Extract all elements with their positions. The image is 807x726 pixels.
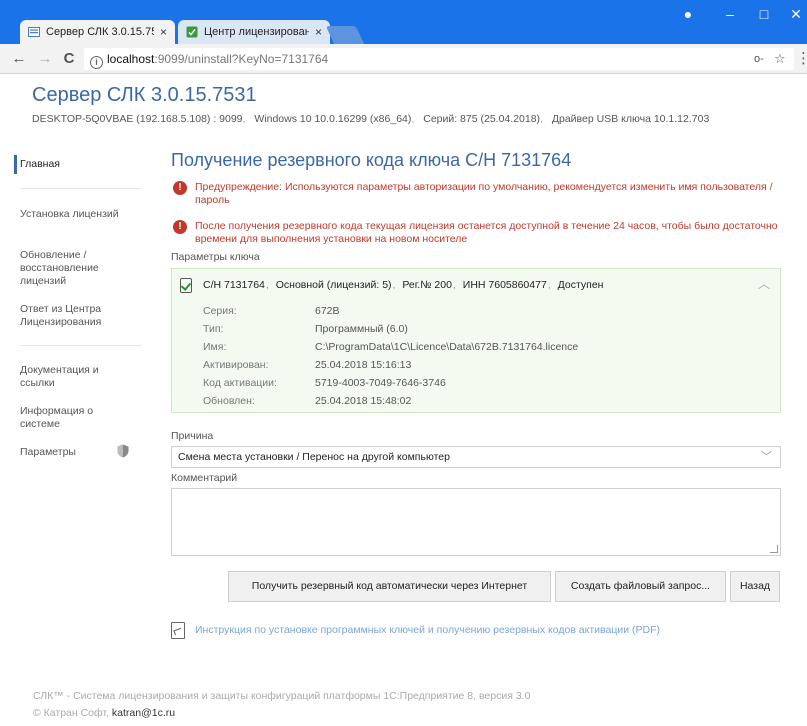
chevron-down-icon: ﹀ bbox=[761, 451, 772, 463]
key-status: Доступен bbox=[557, 279, 604, 291]
sidebar-divider bbox=[20, 345, 142, 346]
pdf-icon bbox=[171, 622, 185, 639]
footer-copyright: © Катран Софт, katran@1c.ru bbox=[33, 707, 175, 719]
key-reg: Рег.№ 200 bbox=[402, 279, 452, 291]
account-icon[interactable]: ● bbox=[678, 6, 698, 22]
sidebar-item-label: Параметры bbox=[20, 446, 76, 458]
browser-menu-icon[interactable]: ⋮ bbox=[796, 50, 807, 68]
close-window-button[interactable]: ✕ bbox=[786, 6, 806, 23]
shield-icon bbox=[117, 444, 129, 458]
key-summary[interactable]: С/Н 7131764, Основной (лицензий: 5), Рег… bbox=[203, 279, 603, 291]
back-arrow-icon[interactable]: ← bbox=[10, 50, 28, 68]
sidebar-item-update-licenses[interactable]: Обновление / восстановление лицензий bbox=[20, 249, 130, 288]
pdf-link-text: Инструкция по установке программных ключ… bbox=[195, 624, 660, 636]
detail-value: C:\ProgramData\1C\Licence\Data\672B.7131… bbox=[315, 341, 579, 353]
create-file-request-button[interactable]: Создать файловый запрос... bbox=[555, 571, 726, 602]
back-button[interactable]: Назад bbox=[730, 571, 780, 602]
detail-label: Серия: bbox=[203, 305, 237, 317]
key-params-label: Параметры ключа bbox=[171, 251, 260, 263]
reload-icon[interactable]: C bbox=[60, 50, 78, 68]
new-tab-button[interactable] bbox=[325, 26, 365, 44]
detail-value: 25.04.2018 15:48:02 bbox=[315, 395, 412, 407]
alert-icon: ! bbox=[173, 220, 187, 234]
resize-grip-icon[interactable] bbox=[770, 545, 778, 553]
server-host: DESKTOP-5Q0VBAE (192.168.5.108) : 9099 bbox=[32, 113, 243, 125]
tab-label: Сервер СЛК 3.0.15.7531 bbox=[46, 26, 154, 38]
sidebar-divider bbox=[20, 188, 142, 189]
sidebar-item-license-center-reply[interactable]: Ответ из Центра Лицензирования bbox=[20, 303, 130, 329]
maximize-button[interactable]: □ bbox=[754, 6, 774, 22]
url-host: localhost bbox=[107, 52, 155, 66]
reason-label: Причина bbox=[171, 430, 214, 442]
license-availability-alert: ! После получения резервного кода текуща… bbox=[171, 220, 783, 246]
detail-label: Активирован: bbox=[203, 359, 269, 371]
url-path: :9099/uninstall?KeyNo=7131764 bbox=[154, 52, 329, 66]
key-type: Основной (лицензий: 5) bbox=[275, 279, 392, 291]
browser-title-bar: Сервер СЛК 3.0.15.7531 × Центр лицензиро… bbox=[0, 0, 807, 44]
key-icon[interactable]: o- bbox=[754, 48, 764, 70]
forward-arrow-icon[interactable]: → bbox=[36, 50, 54, 68]
document-check-icon bbox=[180, 278, 192, 293]
auth-warning-alert: ! Предупреждение: Используются параметры… bbox=[171, 181, 783, 207]
alert-text: После получения резервного кода текущая … bbox=[195, 220, 778, 245]
main-heading: Получение резервного кода ключа С/Н 7131… bbox=[171, 150, 572, 170]
tab-label: Центр лицензирования bbox=[204, 26, 309, 38]
tab-license-center[interactable]: Центр лицензирования × bbox=[178, 20, 330, 44]
get-backup-code-online-button[interactable]: Получить резервный код автоматически чер… bbox=[228, 571, 551, 602]
footer-product-info: СЛК™ - Система лицензирования и защиты к… bbox=[33, 690, 531, 702]
address-bar[interactable]: i localhost:9099/uninstall?KeyNo=7131764 … bbox=[84, 48, 794, 70]
reason-selected-value: Смена места установки / Перенос на друго… bbox=[178, 451, 450, 463]
minimize-button[interactable]: – bbox=[720, 6, 740, 22]
sidebar-item-docs[interactable]: Документация и ссылки bbox=[20, 364, 130, 390]
server-series: Серий: 875 (25.04.2018) bbox=[423, 113, 541, 125]
server-os: Windows 10 10.0.16299 (x86_64) bbox=[254, 113, 412, 125]
copyright-text: © Катран Софт, bbox=[33, 707, 109, 719]
sidebar-item-install-licenses[interactable]: Установка лицензий bbox=[20, 208, 120, 221]
slk-favicon-icon bbox=[28, 27, 40, 37]
alert-text: Предупреждение: Используются параметры а… bbox=[195, 181, 773, 206]
detail-value: 672B bbox=[315, 305, 340, 317]
sidebar-item-home[interactable]: Главная bbox=[14, 155, 60, 174]
bookmark-star-icon[interactable]: ☆ bbox=[774, 48, 786, 70]
tab-close-icon[interactable]: × bbox=[315, 25, 322, 39]
sidebar-item-settings[interactable]: Параметры bbox=[20, 444, 129, 459]
key-inn: ИНН 7605860477 bbox=[462, 279, 547, 291]
tab-close-icon[interactable]: × bbox=[160, 25, 167, 39]
usb-driver-version: Драйвер USB ключа 10.1.12.703 bbox=[551, 113, 710, 125]
detail-label: Код активации: bbox=[203, 377, 277, 389]
support-email-link[interactable]: katran@1c.ru bbox=[112, 707, 175, 719]
detail-value: 5719-4003-7049-7646-3746 bbox=[315, 377, 446, 389]
sidebar-item-system-info[interactable]: Информация о системе bbox=[20, 405, 120, 431]
chevron-up-icon[interactable]: ︿ bbox=[758, 275, 770, 292]
alert-icon: ! bbox=[173, 181, 187, 195]
pdf-instructions-link[interactable]: Инструкция по установке программных ключ… bbox=[171, 622, 660, 639]
page-title: Сервер СЛК 3.0.15.7531 bbox=[32, 84, 257, 106]
comment-label: Комментарий bbox=[171, 472, 238, 484]
reason-select[interactable]: Смена места установки / Перенос на друго… bbox=[171, 446, 781, 468]
key-panel: С/Н 7131764, Основной (лицензий: 5), Рег… bbox=[171, 268, 781, 413]
license-center-favicon-icon bbox=[186, 26, 198, 38]
detail-label: Тип: bbox=[203, 323, 224, 335]
server-info: DESKTOP-5Q0VBAE (192.168.5.108) : 9099, … bbox=[32, 113, 710, 125]
key-serial: С/Н 7131764 bbox=[203, 279, 265, 291]
detail-value: Программный (6.0) bbox=[315, 323, 408, 335]
browser-toolbar: ← → C i localhost:9099/uninstall?KeyNo=71… bbox=[0, 44, 807, 74]
detail-label: Обновлен: bbox=[203, 395, 255, 407]
detail-label: Имя: bbox=[203, 341, 227, 353]
detail-value: 25.04.2018 15:16:13 bbox=[315, 359, 412, 371]
site-info-icon[interactable]: i bbox=[90, 56, 103, 69]
tab-slk-server[interactable]: Сервер СЛК 3.0.15.7531 × bbox=[20, 20, 175, 44]
comment-textarea[interactable] bbox=[171, 488, 781, 556]
